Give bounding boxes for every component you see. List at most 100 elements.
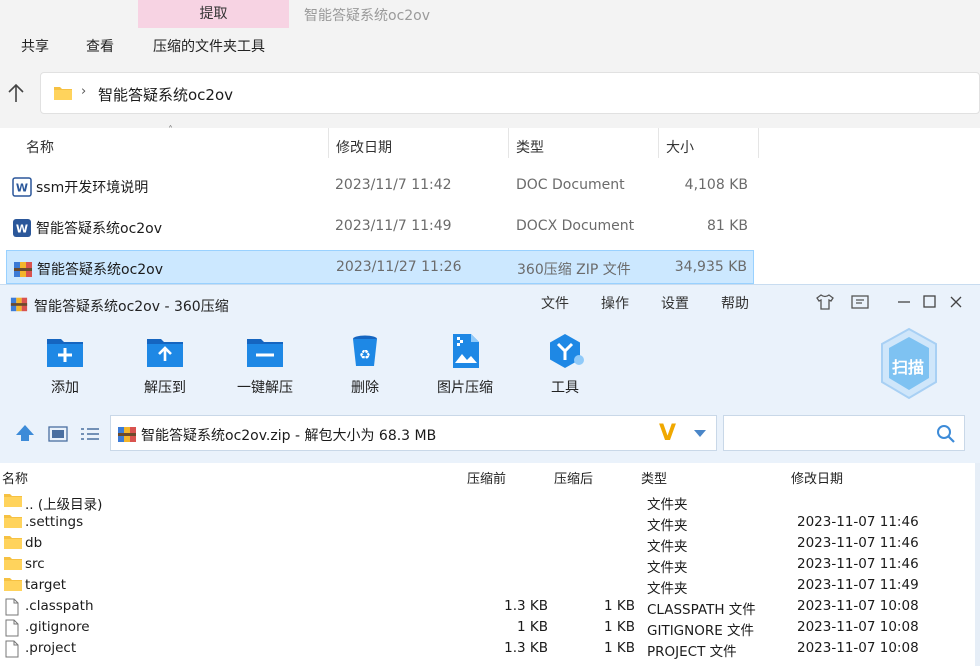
- file-date: 2023/11/7 11:42: [335, 177, 452, 193]
- one-click-extract-button[interactable]: 一键解压: [220, 333, 310, 397]
- zip-archive-icon: [14, 262, 32, 277]
- file-row[interactable]: W 智能答疑系统oc2ov 2023/11/7 11:49 DOCX Docum…: [6, 210, 754, 244]
- address-bar[interactable]: › 智能答疑系统oc2ov: [40, 72, 980, 114]
- file-type: DOCX Document: [516, 218, 635, 234]
- list-view-icon[interactable]: [80, 425, 100, 443]
- menu-share[interactable]: 共享: [21, 36, 49, 56]
- file-name: 智能答疑系统oc2ov: [37, 262, 164, 278]
- column-divider[interactable]: [328, 128, 329, 158]
- vertical-scrollbar[interactable]: [975, 463, 980, 666]
- zip-archive-icon: [118, 427, 136, 442]
- column-header-size[interactable]: 大小: [666, 137, 694, 157]
- tools-button[interactable]: 工具: [520, 333, 610, 397]
- tab-extract[interactable]: 提取: [138, 0, 289, 28]
- scan-button[interactable]: 扫描: [878, 327, 940, 405]
- file-icon: [5, 598, 19, 616]
- column-header-before[interactable]: 压缩前: [467, 468, 506, 487]
- verified-v-icon[interactable]: V: [659, 421, 676, 446]
- list-item[interactable]: src 文件夹 2023-11-07 11:46: [0, 554, 975, 576]
- minimize-icon[interactable]: [896, 293, 912, 311]
- archive-path-bar[interactable]: 智能答疑系统oc2ov.zip - 解包大小为 68.3 MB V: [110, 415, 717, 451]
- zip-window-title: 智能答疑系统oc2ov - 360压缩: [34, 299, 229, 315]
- recycle-bin-icon: ♻: [353, 335, 377, 366]
- extract-folder-icon: [147, 339, 183, 367]
- search-icon[interactable]: [936, 424, 956, 444]
- archive-path-text: 智能答疑系统oc2ov.zip - 解包大小为 68.3 MB: [141, 428, 437, 444]
- image-zip-icon: [453, 334, 479, 368]
- archive-file-list: 名称 压缩前 压缩后 类型 修改日期 .. (上级目录) 文件夹 .settin…: [0, 463, 975, 666]
- explorer-ribbon: 提取 智能答疑系统oc2ov 共享 查看 压缩的文件夹工具 › 智能答疑系统oc…: [0, 0, 980, 128]
- file-type: DOC Document: [516, 177, 625, 193]
- file-row[interactable]: W ssm开发环境说明 2023/11/7 11:42 DOC Document…: [6, 169, 754, 203]
- scan-label: 扫描: [892, 358, 925, 377]
- column-header-name[interactable]: 名称: [26, 137, 54, 157]
- one-click-extract-icon: [247, 339, 283, 367]
- column-header-type[interactable]: 类型: [516, 137, 544, 157]
- folder-icon: [4, 536, 22, 549]
- menu-operation[interactable]: 操作: [601, 293, 629, 313]
- svg-text:♻: ♻: [359, 348, 371, 363]
- svg-text:W: W: [16, 223, 28, 236]
- extract-to-button[interactable]: 解压到: [120, 333, 210, 397]
- svg-text:W: W: [16, 182, 28, 195]
- zip-app-icon: [10, 297, 28, 312]
- dropdown-arrow-icon[interactable]: [693, 429, 707, 439]
- tools-hexagon-icon: [550, 334, 584, 368]
- list-item[interactable]: .settings 文件夹 2023-11-07 11:46: [0, 512, 975, 534]
- close-icon[interactable]: [948, 293, 964, 311]
- list-item[interactable]: .gitignore 1 KB 1 KB GITIGNORE 文件 2023-1…: [0, 617, 975, 639]
- file-row-selected[interactable]: 智能答疑系统oc2ov 2023/11/27 11:26 360压缩 ZIP 文…: [6, 250, 754, 284]
- image-compress-button[interactable]: 图片压缩: [420, 333, 510, 397]
- menu-view[interactable]: 查看: [86, 36, 114, 56]
- file-icon: [5, 619, 19, 637]
- column-header-type[interactable]: 类型: [641, 468, 667, 487]
- add-button[interactable]: 添加: [20, 333, 110, 397]
- chevron-right-icon[interactable]: ›: [81, 84, 86, 99]
- feedback-icon[interactable]: [850, 293, 870, 311]
- thumbnail-view-icon[interactable]: [48, 425, 68, 443]
- menu-help[interactable]: 帮助: [721, 293, 749, 313]
- file-date: 2023/11/7 11:49: [335, 218, 452, 234]
- search-input[interactable]: [723, 415, 965, 451]
- column-header-date[interactable]: 修改日期: [336, 137, 392, 157]
- file-name: 智能答疑系统oc2ov: [36, 221, 163, 237]
- folder-icon: [54, 87, 72, 100]
- zip-window: 智能答疑系统oc2ov - 360压缩 文件 操作 设置 帮助 添加 解压到 一…: [0, 284, 980, 666]
- file-name: ssm开发环境说明: [36, 180, 149, 196]
- menu-settings[interactable]: 设置: [661, 293, 689, 313]
- word-doc-icon: W: [12, 177, 32, 197]
- list-item[interactable]: .classpath 1.3 KB 1 KB CLASSPATH 文件 2023…: [0, 596, 975, 618]
- file-size: 34,935 KB: [674, 259, 747, 275]
- folder-icon: [4, 578, 22, 591]
- folder-icon: [4, 515, 22, 528]
- file-icon: [5, 640, 19, 658]
- column-header-after[interactable]: 压缩后: [554, 468, 593, 487]
- column-divider[interactable]: [508, 128, 509, 158]
- file-type: 360压缩 ZIP 文件: [517, 262, 631, 278]
- up-level-icon[interactable]: [14, 423, 36, 443]
- maximize-icon[interactable]: [922, 293, 938, 311]
- file-size: 81 KB: [706, 218, 748, 234]
- column-header-date[interactable]: 修改日期: [791, 468, 843, 487]
- menu-file[interactable]: 文件: [541, 293, 569, 313]
- menu-compressed-folder-tools[interactable]: 压缩的文件夹工具: [153, 36, 265, 56]
- column-divider[interactable]: [658, 128, 659, 158]
- add-folder-icon: [47, 339, 83, 367]
- address-path[interactable]: 智能答疑系统oc2ov: [98, 84, 233, 105]
- file-size: 4,108 KB: [684, 177, 748, 193]
- folder-icon: [4, 494, 22, 507]
- column-divider[interactable]: [758, 128, 759, 158]
- up-arrow-icon[interactable]: [6, 82, 26, 104]
- list-item[interactable]: .project 1.3 KB 1 KB PROJECT 文件 2023-11-…: [0, 638, 975, 660]
- file-date: 2023/11/27 11:26: [336, 259, 462, 275]
- sort-indicator-icon: ˄: [168, 125, 173, 136]
- skin-shirt-icon[interactable]: [815, 293, 835, 311]
- list-item[interactable]: .. (上级目录) 文件夹: [0, 491, 975, 513]
- delete-button[interactable]: ♻ 删除: [320, 333, 410, 397]
- window-title: 智能答疑系统oc2ov: [304, 8, 431, 24]
- column-header-name[interactable]: 名称: [2, 468, 28, 487]
- word-docx-icon: W: [13, 219, 31, 237]
- list-item[interactable]: target 文件夹 2023-11-07 11:49: [0, 575, 975, 597]
- folder-icon: [4, 557, 22, 570]
- list-item[interactable]: db 文件夹 2023-11-07 11:46: [0, 533, 975, 555]
